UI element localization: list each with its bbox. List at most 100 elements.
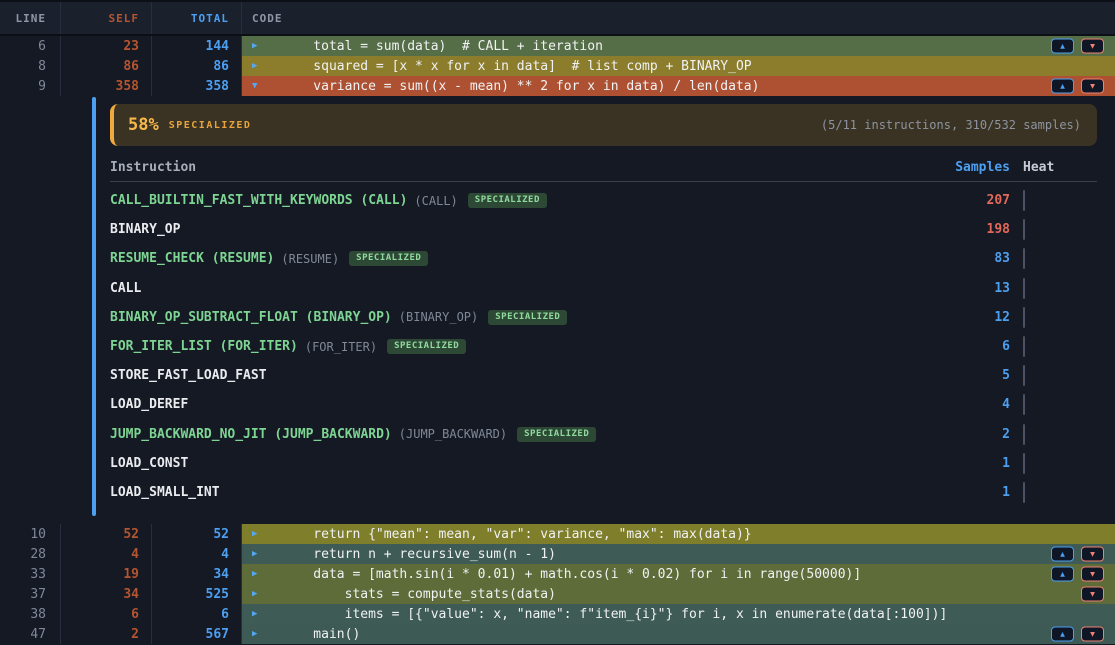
instruction-samples: 2 <box>940 427 1010 442</box>
line-number: 37 <box>0 584 61 604</box>
instruction-samples: 12 <box>940 310 1010 325</box>
heat-bar <box>1023 482 1025 503</box>
column-header-total: TOTAL <box>152 2 242 34</box>
line-number: 38 <box>0 604 61 624</box>
heat-bar <box>1023 453 1025 474</box>
self-samples: 19 <box>61 564 152 584</box>
header-samples: Samples <box>940 160 1010 175</box>
code-line-row[interactable]: 37 34 525 ▶ stats = compute_stats(data) … <box>0 584 1115 604</box>
self-samples: 34 <box>61 584 152 604</box>
total-samples: 567 <box>152 624 242 644</box>
specialized-badge: SPECIALIZED <box>349 251 428 266</box>
instruction-base-name: (BINARY_OP) <box>399 310 478 324</box>
line-number: 8 <box>0 56 61 76</box>
code-text: data = [math.sin(i * 0.01) + math.cos(i … <box>282 567 861 582</box>
instruction-name: LOAD_CONST <box>110 456 188 471</box>
instruction-name: BINARY_OP <box>110 222 180 237</box>
code-cell: ▶ total = sum(data) # CALL + iteration ▲… <box>242 36 1115 56</box>
jump-down-button[interactable]: ▼ <box>1081 627 1104 642</box>
instruction-base-name: (CALL) <box>414 194 457 208</box>
self-samples: 86 <box>61 56 152 76</box>
instruction-row: CALL 13 <box>110 274 1097 303</box>
code-line-row[interactable]: 10 52 52 ▶ return {"mean": mean, "var": … <box>0 524 1115 544</box>
instruction-row: LOAD_SMALL_INT 1 <box>110 478 1097 507</box>
instruction-samples: 6 <box>940 339 1010 354</box>
code-line-row[interactable]: 8 86 86 ▶ squared = [x * x for x in data… <box>0 56 1115 76</box>
heat-bar <box>1023 365 1025 386</box>
heat-bar <box>1023 248 1025 269</box>
code-line-row[interactable]: 38 6 6 ▶ items = [{"value": x, "name": f… <box>0 604 1115 624</box>
code-text: variance = sum((x - mean) ** 2 for x in … <box>282 79 759 94</box>
expand-arrow-icon[interactable]: ▶ <box>242 610 282 619</box>
instruction-samples: 13 <box>940 281 1010 296</box>
instruction-table-header: Instruction Samples Heat <box>110 154 1097 182</box>
self-samples: 4 <box>61 544 152 564</box>
instruction-row: JUMP_BACKWARD_NO_JIT (JUMP_BACKWARD) (JU… <box>110 420 1097 449</box>
code-cell: ▼ variance = sum((x - mean) ** 2 for x i… <box>242 76 1115 96</box>
code-cell: ▶ main() ▲ ▼ <box>242 624 1115 644</box>
instruction-base-name: (RESUME) <box>281 252 339 266</box>
jump-up-button[interactable]: ▲ <box>1051 39 1074 54</box>
code-line-row[interactable]: 6 23 144 ▶ total = sum(data) # CALL + it… <box>0 36 1115 56</box>
total-samples: 34 <box>152 564 242 584</box>
jump-down-button[interactable]: ▼ <box>1081 567 1104 582</box>
expand-arrow-icon[interactable]: ▶ <box>242 62 282 71</box>
jump-down-button[interactable]: ▼ <box>1081 39 1104 54</box>
specialized-badge: SPECIALIZED <box>517 427 596 442</box>
expand-arrow-icon[interactable]: ▶ <box>242 530 282 539</box>
heat-bar <box>1023 190 1025 211</box>
jump-down-button[interactable]: ▼ <box>1081 587 1104 602</box>
instruction-samples: 5 <box>940 368 1010 383</box>
code-line-row[interactable]: 33 19 34 ▶ data = [math.sin(i * 0.01) + … <box>0 564 1115 584</box>
heat-bar <box>1023 307 1025 328</box>
line-number: 6 <box>0 36 61 56</box>
code-text: main() <box>282 627 360 642</box>
expand-arrow-icon[interactable]: ▶ <box>242 630 282 639</box>
jump-up-button[interactable]: ▲ <box>1051 79 1074 94</box>
instruction-base-name: (FOR_ITER) <box>305 340 377 354</box>
column-header-code: CODE <box>242 2 1115 34</box>
instruction-detail-panel: 58% SPECIALIZED (5/11 instructions, 310/… <box>0 96 1115 524</box>
jump-down-button[interactable]: ▼ <box>1081 547 1104 562</box>
code-line-row[interactable]: 47 2 567 ▶ main() ▲ ▼ <box>0 624 1115 644</box>
specialized-label: SPECIALIZED <box>169 120 252 131</box>
instruction-row: CALL_BUILTIN_FAST_WITH_KEYWORDS (CALL) (… <box>110 186 1097 215</box>
profiler-window: LINE SELF TOTAL CODE 6 23 144 ▶ total = … <box>0 0 1115 645</box>
heat-bar <box>1023 336 1025 357</box>
expand-arrow-icon[interactable]: ▶ <box>242 42 282 51</box>
heat-bar <box>1023 278 1025 299</box>
instruction-name: LOAD_DEREF <box>110 397 188 412</box>
jump-down-button[interactable]: ▼ <box>1081 79 1104 94</box>
code-cell: ▶ return {"mean": mean, "var": variance,… <box>242 524 1115 544</box>
expand-arrow-icon[interactable]: ▶ <box>242 550 282 559</box>
code-line-row[interactable]: 28 4 4 ▶ return n + recursive_sum(n - 1)… <box>0 544 1115 564</box>
instruction-name: BINARY_OP_SUBTRACT_FLOAT (BINARY_OP) <box>110 310 392 325</box>
header-instruction: Instruction <box>110 160 940 175</box>
jump-up-button[interactable]: ▲ <box>1051 627 1074 642</box>
instruction-name: STORE_FAST_LOAD_FAST <box>110 368 267 383</box>
instruction-samples: 1 <box>940 456 1010 471</box>
specialized-percent: 58% <box>128 115 159 135</box>
expand-arrow-icon[interactable]: ▶ <box>242 590 282 599</box>
instruction-base-name: (JUMP_BACKWARD) <box>399 427 507 441</box>
specialization-banner: 58% SPECIALIZED (5/11 instructions, 310/… <box>110 104 1097 146</box>
column-header-self: SELF <box>61 2 152 34</box>
instruction-name: CALL <box>110 281 141 296</box>
expand-arrow-icon[interactable]: ▶ <box>242 570 282 579</box>
instruction-name: FOR_ITER_LIST (FOR_ITER) <box>110 339 298 354</box>
code-cell: ▶ stats = compute_stats(data) ▼ <box>242 584 1115 604</box>
instruction-name: LOAD_SMALL_INT <box>110 485 220 500</box>
code-cell: ▶ data = [math.sin(i * 0.01) + math.cos(… <box>242 564 1115 584</box>
line-number: 47 <box>0 624 61 644</box>
instruction-samples: 198 <box>940 222 1010 237</box>
collapse-arrow-icon[interactable]: ▼ <box>242 82 282 91</box>
code-text: return n + recursive_sum(n - 1) <box>282 547 556 562</box>
jump-up-button[interactable]: ▲ <box>1051 547 1074 562</box>
total-samples: 358 <box>152 76 242 96</box>
header-heat: Heat <box>1010 160 1097 175</box>
jump-up-button[interactable]: ▲ <box>1051 567 1074 582</box>
table-header: LINE SELF TOTAL CODE <box>0 0 1115 36</box>
code-line-row-expanded[interactable]: 9 358 358 ▼ variance = sum((x - mean) **… <box>0 76 1115 96</box>
instruction-row: BINARY_OP 198 <box>110 215 1097 244</box>
line-number: 28 <box>0 544 61 564</box>
